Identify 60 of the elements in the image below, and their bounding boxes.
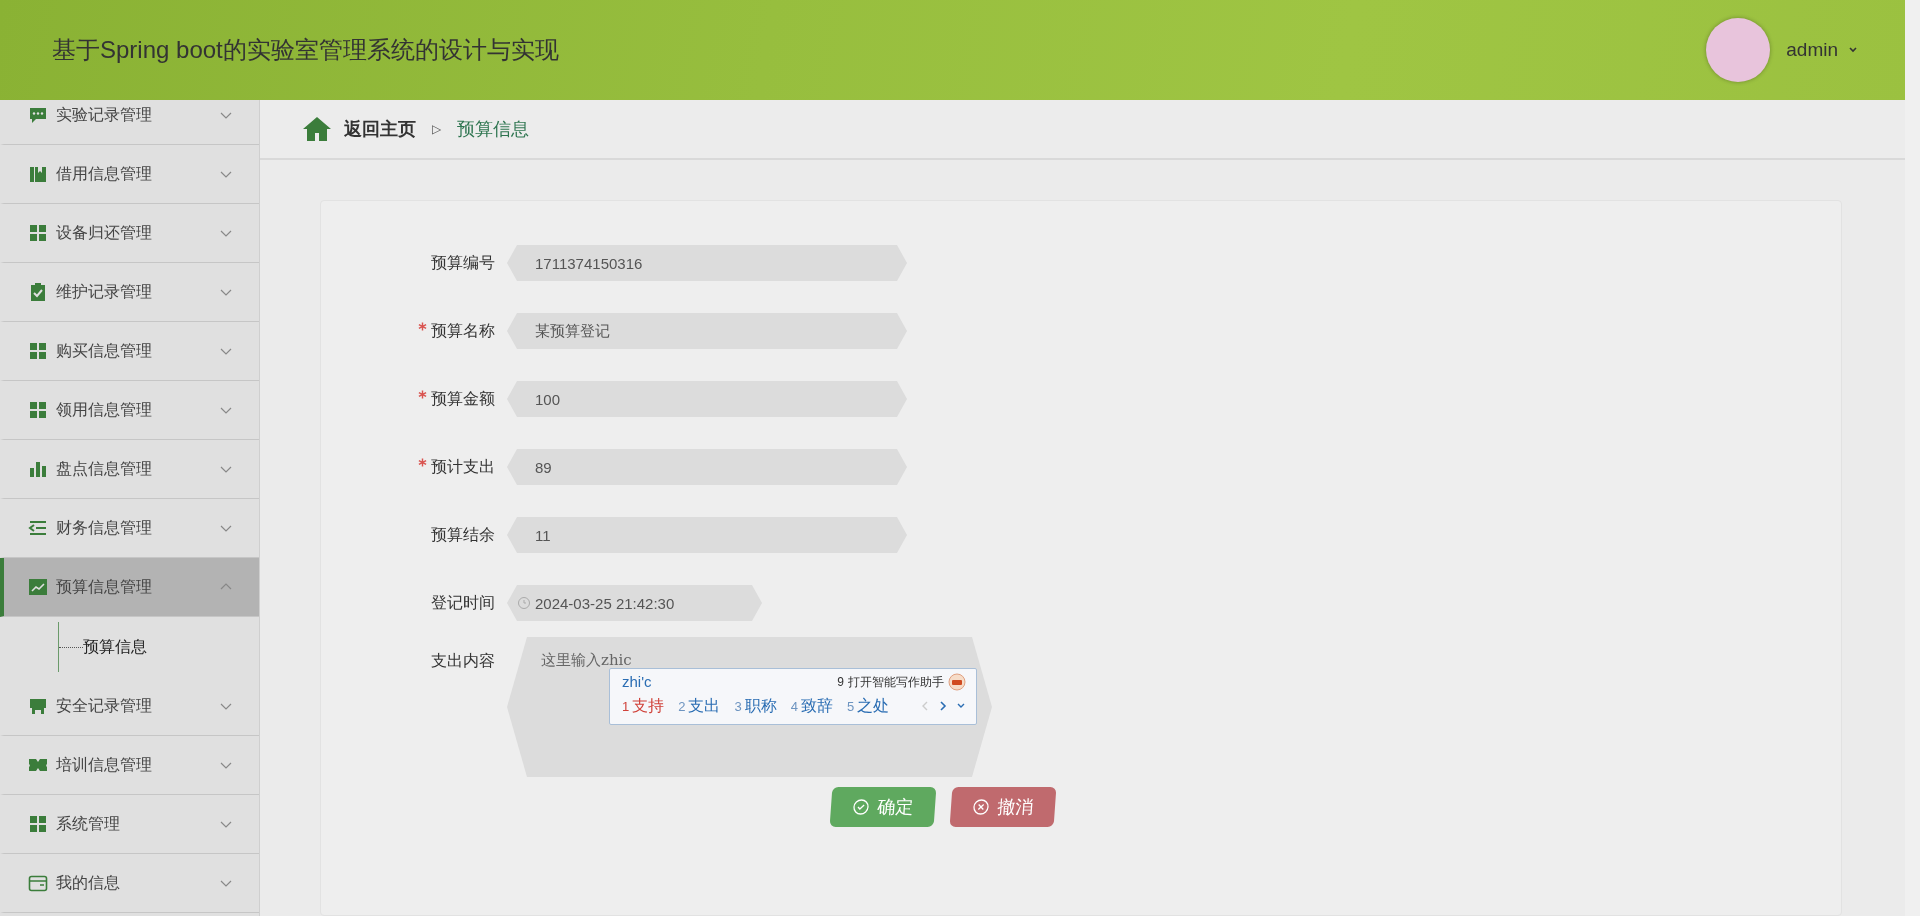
label-text: 预算名称 xyxy=(431,322,495,339)
sidebar-item[interactable]: 领用信息管理 xyxy=(0,381,259,440)
breadcrumb-separator: ▷ xyxy=(432,121,442,138)
close-circle-icon xyxy=(972,799,990,815)
user-menu[interactable]: admin xyxy=(1786,35,1860,65)
chevron-right-icon xyxy=(938,699,948,712)
bar-chart-icon xyxy=(28,459,48,479)
ime-candidate[interactable]: 1 支持 xyxy=(622,693,665,718)
sidebar-subitem[interactable]: 预算信息 xyxy=(83,635,147,659)
ime-shortcut-number: 9 xyxy=(837,674,844,692)
sidebar-item[interactable]: 维护记录管理 xyxy=(0,263,259,322)
sidebar-item[interactable]: 盘点信息管理 xyxy=(0,440,259,499)
grid-icon xyxy=(28,400,48,420)
sidebar-item[interactable]: 借用信息管理 xyxy=(0,145,259,204)
field-label: 预算编号 xyxy=(430,253,496,273)
grid-icon xyxy=(28,814,48,834)
sidebar-item[interactable]: 安全记录管理 xyxy=(0,677,259,736)
home-icon xyxy=(302,116,332,142)
breadcrumb-current: 预算信息 xyxy=(457,117,530,141)
field-label: 支出内容 xyxy=(430,651,496,671)
avatar[interactable] xyxy=(1706,18,1771,82)
chevron-left-icon xyxy=(920,699,930,712)
sidebar-item[interactable]: 我的信息 xyxy=(0,854,259,913)
chat-icon xyxy=(28,105,48,125)
sidebar-item[interactable]: 实验记录管理 xyxy=(0,100,259,145)
sidebar-item[interactable]: 购买信息管理 xyxy=(0,322,259,381)
grid-icon xyxy=(28,341,48,361)
ime-assistant-link[interactable]: 打开智能写作助手 xyxy=(848,673,944,692)
app-title: 基于Spring boot的实验室管理系统的设计与实现 xyxy=(52,35,559,65)
clock-icon xyxy=(517,596,531,610)
wallet-icon xyxy=(28,873,48,893)
book-icon xyxy=(28,164,48,184)
input-field[interactable]: 某预算登记 xyxy=(507,313,907,349)
input-field[interactable]: 100 xyxy=(507,381,907,417)
ime-candidate[interactable]: 5 之处 xyxy=(846,693,890,718)
sidebar-item[interactable]: 培训信息管理 xyxy=(0,736,259,795)
ime-composition: zhi'c xyxy=(622,672,652,692)
mascot-icon xyxy=(948,673,966,692)
trend-chart-icon xyxy=(28,577,48,597)
input-field[interactable]: 89 xyxy=(507,449,907,485)
cancel-button[interactable]: 撤消 xyxy=(949,787,1057,827)
field-label: 登记时间 xyxy=(430,593,496,613)
store-icon xyxy=(28,696,48,716)
sidebar-item[interactable]: 系统管理 xyxy=(0,795,259,854)
check-circle-icon xyxy=(852,799,870,815)
clipboard-check-icon xyxy=(28,282,48,302)
ime-candidate[interactable]: 2 支出 xyxy=(678,693,721,718)
label-text: 预计支出 xyxy=(431,458,495,475)
ime-candidate[interactable]: 4 致辞 xyxy=(790,693,833,718)
home-link[interactable]: 返回主页 xyxy=(344,115,416,143)
sidebar-item[interactable]: 设备归还管理 xyxy=(0,204,259,263)
input-field[interactable]: 11 xyxy=(507,517,907,553)
label-text: 预算金额 xyxy=(431,390,495,407)
list-indent-icon xyxy=(28,518,48,538)
input-field[interactable]: 1711374150316 xyxy=(507,245,907,281)
sidebar-item[interactable]: 预算信息管理 xyxy=(0,558,259,617)
datetime-field[interactable]: 2024-03-25 21:42:30 xyxy=(507,585,762,621)
grid-icon xyxy=(28,223,48,243)
field-label: 预算结余 xyxy=(430,525,496,545)
ime-candidate[interactable]: 3 职称 xyxy=(734,693,777,718)
